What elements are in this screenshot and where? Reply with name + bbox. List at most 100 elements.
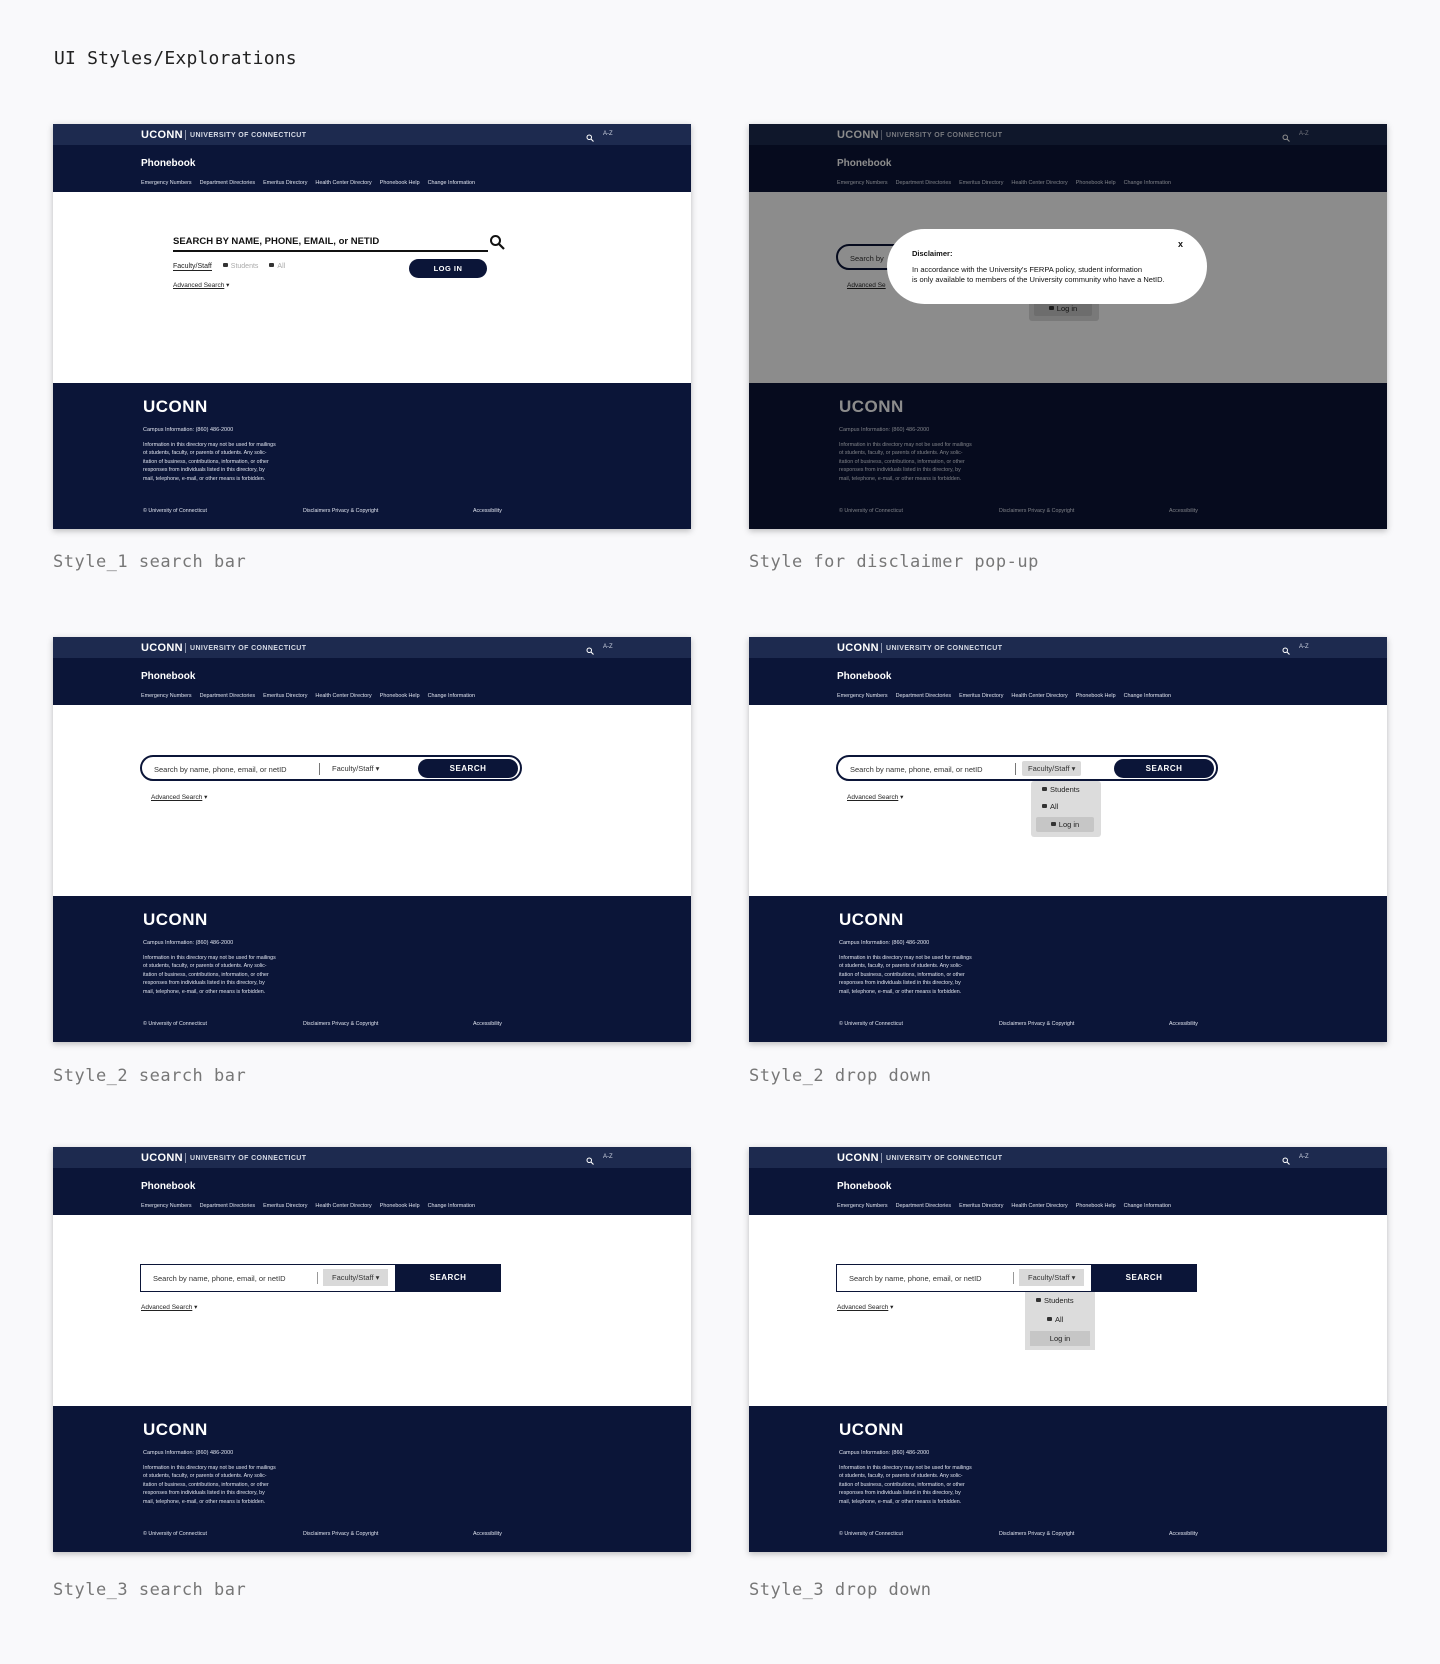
search-input[interactable]: Search by name, phone, email, or netID (153, 1274, 286, 1283)
login-button[interactable]: Log in (1030, 1331, 1090, 1346)
option-all[interactable]: All (1047, 1315, 1063, 1324)
nav-item[interactable]: Change Information (1124, 693, 1171, 699)
nav-item[interactable]: Health Center Directory (315, 180, 371, 186)
accessibility-link[interactable]: Accessibility (1169, 1531, 1198, 1537)
nav-item[interactable]: Department Directories (896, 693, 951, 699)
search-input[interactable]: Search by name, phone, email, or netID (154, 765, 287, 774)
accessibility-link[interactable]: Accessibility (473, 508, 502, 514)
disclaimers-link[interactable]: Disclaimers Privacy & Copyright (303, 1531, 378, 1537)
search-input[interactable]: Search by name, phone, email, or netID (849, 1274, 982, 1283)
disclaimers-link[interactable]: Disclaimers Privacy & Copyright (999, 1531, 1074, 1537)
nav-item[interactable]: Department Directories (896, 1203, 951, 1209)
modal-backdrop[interactable] (749, 124, 1387, 529)
search-label[interactable]: SEARCH BY NAME, PHONE, EMAIL, or NETID (173, 236, 379, 247)
nav-item[interactable]: Emergency Numbers (837, 693, 888, 699)
login-button[interactable]: LOG IN (409, 259, 487, 278)
accessibility-link[interactable]: Accessibility (473, 1021, 502, 1027)
advanced-search-link[interactable]: Advanced Search ▾ (151, 793, 207, 801)
chevron-down-icon: ▾ (1069, 1273, 1076, 1282)
tab-faculty-staff[interactable]: Faculty/Staff (173, 263, 212, 271)
search-button[interactable]: SEARCH (1091, 1263, 1197, 1292)
nav-item[interactable]: Change Information (1124, 1203, 1171, 1209)
nav-item[interactable]: Phonebook Help (1076, 1203, 1116, 1209)
nav-item[interactable]: Emeritus Directory (263, 180, 307, 186)
search-input[interactable]: Search by name, phone, email, or netID (850, 765, 983, 774)
nav-item[interactable]: Phonebook Help (1076, 693, 1116, 699)
lock-icon (1042, 787, 1047, 791)
nav-item[interactable]: Department Directories (200, 693, 255, 699)
copyright: © University of Connecticut (839, 1021, 903, 1027)
uconn-logo[interactable]: UCONN (837, 642, 879, 654)
search-button[interactable]: SEARCH (395, 1263, 501, 1292)
advanced-search-link[interactable]: Advanced Search ▾ (847, 793, 903, 801)
search-icon[interactable] (586, 642, 594, 655)
nav-item[interactable]: Phonebook Help (380, 693, 420, 699)
nav-item[interactable]: Health Center Directory (1011, 1203, 1067, 1209)
nav-item[interactable]: Emeritus Directory (263, 693, 307, 699)
advanced-search-link[interactable]: Advanced Search ▾ (173, 281, 229, 289)
tab-all[interactable]: All (269, 263, 285, 271)
uconn-logo[interactable]: UCONN (141, 1152, 183, 1164)
audience-select[interactable]: Faculty/Staff ▾ (1019, 1269, 1085, 1286)
close-button[interactable]: x (1178, 239, 1183, 249)
nav-item[interactable]: Phonebook Help (380, 1203, 420, 1209)
advanced-search-link[interactable]: Advanced Search ▾ (837, 1303, 893, 1311)
search-button[interactable]: SEARCH (1114, 759, 1214, 778)
modal-text-line: In accordance with the University's FERP… (912, 265, 1143, 274)
search-button[interactable]: SEARCH (418, 759, 518, 778)
app-title[interactable]: Phonebook (837, 671, 891, 682)
az-link[interactable]: A-Z (1299, 644, 1309, 650)
az-link[interactable]: A-Z (1299, 1154, 1309, 1160)
nav-item[interactable]: Health Center Directory (315, 1203, 371, 1209)
nav-item[interactable]: Change Information (428, 1203, 475, 1209)
az-link[interactable]: A-Z (603, 1154, 613, 1160)
tab-students[interactable]: Students (222, 263, 258, 271)
az-link[interactable]: A-Z (603, 644, 613, 650)
option-students[interactable]: Students (1036, 1296, 1074, 1305)
nav-item[interactable]: Emergency Numbers (141, 693, 192, 699)
audience-select[interactable]: Faculty/Staff ▾ (1022, 761, 1082, 776)
option-all[interactable]: All (1042, 802, 1058, 811)
nav-item[interactable]: Emeritus Directory (263, 1203, 307, 1209)
nav-item[interactable]: Emergency Numbers (141, 180, 192, 186)
nav-item[interactable]: Health Center Directory (315, 693, 371, 699)
disclaimers-link[interactable]: Disclaimers Privacy & Copyright (303, 1021, 378, 1027)
nav-item[interactable]: Department Directories (200, 1203, 255, 1209)
uconn-logo[interactable]: UCONN (837, 1152, 879, 1164)
search-icon[interactable] (1282, 1152, 1290, 1165)
footer-info-line: itation of business, contributions, info… (839, 971, 965, 978)
app-title[interactable]: Phonebook (837, 1181, 891, 1192)
footer-info-line: ot students, faculty, or parents of stud… (839, 963, 963, 970)
disclaimers-link[interactable]: Disclaimers Privacy & Copyright (999, 1021, 1074, 1027)
advanced-search-link[interactable]: Advanced Search ▾ (141, 1303, 197, 1311)
nav-item[interactable]: Emeritus Directory (959, 1203, 1003, 1209)
search-icon[interactable] (1282, 642, 1290, 655)
nav-item[interactable]: Emergency Numbers (141, 1203, 192, 1209)
uconn-logo[interactable]: UCONN (141, 642, 183, 654)
option-students[interactable]: Students (1042, 785, 1080, 794)
nav-item[interactable]: Health Center Directory (1011, 693, 1067, 699)
nav-item[interactable]: Phonebook Help (380, 180, 420, 186)
nav-item[interactable]: Change Information (428, 693, 475, 699)
app-title[interactable]: Phonebook (141, 1181, 195, 1192)
search-icon[interactable] (489, 234, 505, 250)
main-content: Search by name, phone, email, or netID Fa… (749, 705, 1387, 896)
search-icon[interactable] (586, 1152, 594, 1165)
az-link[interactable]: A-Z (603, 131, 613, 137)
modal-text: In accordance with the University's FERP… (912, 265, 1192, 285)
nav-item[interactable]: Department Directories (200, 180, 255, 186)
uconn-logo[interactable]: UCONN (141, 129, 183, 141)
app-title[interactable]: Phonebook (141, 158, 195, 169)
audience-dropdown: Students All Log in (1025, 1292, 1095, 1350)
app-title[interactable]: Phonebook (141, 671, 195, 682)
nav-item[interactable]: Change Information (428, 180, 475, 186)
audience-select[interactable]: Faculty/Staff ▾ (326, 761, 385, 776)
nav-item[interactable]: Emergency Numbers (837, 1203, 888, 1209)
disclaimers-link[interactable]: Disclaimers Privacy & Copyright (303, 508, 378, 514)
login-button[interactable]: Log in (1036, 817, 1094, 832)
accessibility-link[interactable]: Accessibility (473, 1531, 502, 1537)
audience-select[interactable]: Faculty/Staff ▾ (323, 1269, 389, 1286)
search-icon[interactable] (586, 129, 594, 142)
nav-item[interactable]: Emeritus Directory (959, 693, 1003, 699)
accessibility-link[interactable]: Accessibility (1169, 1021, 1198, 1027)
